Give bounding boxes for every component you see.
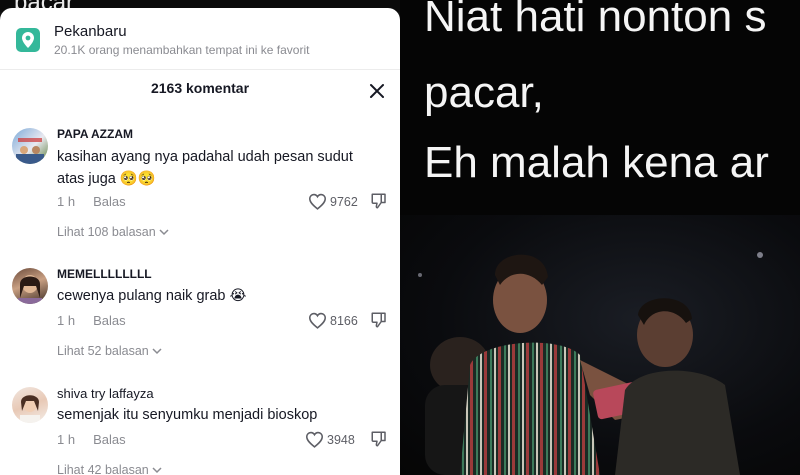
view-replies-link[interactable]: Lihat 52 balasan bbox=[57, 344, 162, 358]
close-icon bbox=[370, 84, 384, 98]
view-replies-link[interactable]: Lihat 42 balasan bbox=[57, 463, 162, 475]
comment-meta: 1 h Balas bbox=[57, 313, 126, 328]
dislike-icon bbox=[371, 312, 386, 328]
dislike-icon bbox=[371, 193, 386, 209]
view-replies-label: Lihat 108 balasan bbox=[57, 225, 156, 239]
video-scene-image bbox=[418, 252, 763, 475]
comment-time: 1 h bbox=[57, 432, 76, 447]
location-name: Pekanbaru bbox=[54, 23, 127, 40]
chevron-down-icon bbox=[152, 344, 162, 358]
like-count: 9762 bbox=[330, 194, 358, 209]
location-favorites: 20.1K orang menambahkan tempat ini ke fa… bbox=[54, 43, 310, 57]
video-player[interactable]: Niat hati nonton s pacar, Eh malah kena … bbox=[400, 0, 800, 475]
view-replies-label: Lihat 42 balasan bbox=[57, 463, 149, 475]
like-count: 8166 bbox=[330, 313, 358, 328]
view-replies-label: Lihat 52 balasan bbox=[57, 344, 149, 358]
comments-sheet: Pekanbaru 20.1K orang menambahkan tempat… bbox=[0, 8, 400, 475]
comment-meta: 1 h Balas bbox=[57, 194, 126, 209]
like-button[interactable]: 8166 bbox=[308, 312, 358, 329]
comment-username[interactable]: shiva try laffayza bbox=[57, 386, 154, 401]
comment-text: kasihan ayang nya padahal udah pesan sud… bbox=[57, 149, 353, 187]
view-replies-link[interactable]: Lihat 108 balasan bbox=[57, 225, 169, 239]
chevron-down-icon bbox=[152, 463, 162, 475]
avatar[interactable] bbox=[12, 268, 48, 304]
like-count: 3948 bbox=[327, 432, 355, 447]
video-caption-line-2: pacar, bbox=[424, 68, 544, 117]
dislike-button[interactable] bbox=[370, 311, 388, 329]
comment-time: 1 h bbox=[57, 194, 76, 209]
dislike-button[interactable] bbox=[370, 192, 388, 210]
video-caption-line-3: Eh malah kena ar bbox=[424, 138, 769, 187]
chevron-down-icon bbox=[159, 225, 169, 239]
comment-text: semenjak itu senyumku menjadi bioskop bbox=[57, 407, 318, 423]
comment-meta: 1 h Balas bbox=[57, 432, 126, 447]
heart-icon bbox=[305, 431, 324, 448]
avatar[interactable] bbox=[12, 128, 48, 164]
comment-text: cewenya pulang naik grab 😭 bbox=[57, 288, 247, 304]
like-button[interactable]: 3948 bbox=[305, 431, 355, 448]
video-caption-line-1: Niat hati nonton s bbox=[424, 0, 767, 41]
avatar[interactable] bbox=[12, 387, 48, 423]
video-frame bbox=[400, 215, 800, 475]
reply-button[interactable]: Balas bbox=[93, 432, 126, 447]
comments-count-title: 2163 komentar bbox=[150, 80, 250, 96]
location-pin-icon bbox=[16, 28, 40, 52]
dislike-icon bbox=[371, 431, 386, 447]
reply-button[interactable]: Balas bbox=[93, 194, 126, 209]
heart-icon bbox=[308, 193, 327, 210]
close-button[interactable] bbox=[366, 80, 388, 102]
location-bar[interactable]: Pekanbaru 20.1K orang menambahkan tempat… bbox=[0, 8, 400, 70]
heart-icon bbox=[308, 312, 327, 329]
comment-username[interactable]: PAPA AZZAM bbox=[57, 127, 133, 141]
comment-username[interactable]: MEMELLLLLLLL bbox=[57, 267, 152, 281]
comment-time: 1 h bbox=[57, 313, 76, 328]
dislike-button[interactable] bbox=[370, 430, 388, 448]
comment-panel: pacar Pekanbaru 20.1K orang menambahkan … bbox=[0, 0, 400, 475]
reply-button[interactable]: Balas bbox=[93, 313, 126, 328]
like-button[interactable]: 9762 bbox=[308, 193, 358, 210]
